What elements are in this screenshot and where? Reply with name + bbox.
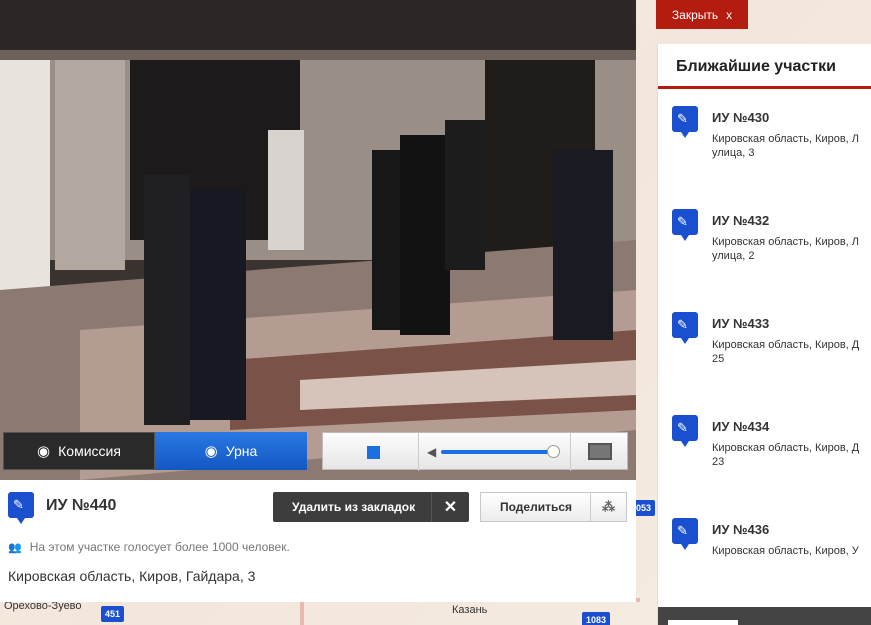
site-address-line: Кировская область, Киров, У <box>712 545 859 557</box>
ballot-icon: ✎ <box>672 209 698 241</box>
player-controls: ◀ <box>322 432 628 471</box>
site-address: Кировская область, Киров, Л улица, 2 <box>712 235 859 263</box>
ballot-icon: ✎ <box>672 415 698 447</box>
nearby-footer <box>658 607 871 625</box>
site-title: ИУ №432 <box>712 213 770 228</box>
webcam-icon: ◉ <box>37 443 51 460</box>
station-address: Кировская область, Киров, Гайдара, 3 <box>8 568 256 584</box>
map-marker[interactable]: 1083 <box>582 612 611 625</box>
site-address: Кировская область, Киров, Д 25 <box>712 338 859 366</box>
site-address-line: Кировская область, Киров, Д <box>712 442 860 454</box>
video-controls: ◉ Комиссия ◉ Урна ◀ <box>0 432 636 472</box>
webcam-icon: ◉ <box>204 443 218 460</box>
footer-tab[interactable] <box>668 620 738 625</box>
remove-bookmark-button[interactable]: Удалить из закладок ✕ <box>273 492 469 522</box>
remove-bookmark-label: Удалить из закладок <box>292 500 416 514</box>
ballot-icon: ✎ <box>672 518 698 550</box>
divider <box>418 433 419 471</box>
site-address: Кировская область, Киров, Д 23 <box>712 441 859 469</box>
fullscreen-button[interactable] <box>588 443 612 460</box>
volume-icon[interactable]: ◀ <box>427 445 436 459</box>
divider <box>570 433 571 471</box>
voters-note: 👥 На этом участке голосует более 1000 че… <box>8 540 290 554</box>
nearby-panel: Ближайшие участки ✎ ИУ №430 Кировская об… <box>657 44 871 625</box>
divider <box>658 86 871 89</box>
share-icon: ⁂ <box>590 493 626 521</box>
site-title: ИУ №430 <box>712 110 770 125</box>
tab-urna[interactable]: ◉ Урна <box>155 432 307 470</box>
ballot-icon: ✎ <box>672 106 698 138</box>
ballot-icon: ✎ <box>8 492 34 524</box>
volume-slider[interactable] <box>441 450 557 454</box>
stop-button[interactable] <box>367 446 380 459</box>
site-address-line: Кировская область, Киров, Л <box>712 133 859 145</box>
site-address-line: 23 <box>712 456 725 468</box>
tab-commission-label: Комиссия <box>58 443 121 459</box>
video-frame <box>0 0 636 480</box>
video-stream[interactable]: ◉ Комиссия ◉ Урна ◀ <box>0 0 636 480</box>
map-label-kazan: Казань <box>452 604 488 616</box>
ballot-icon: ✎ <box>672 312 698 344</box>
nearby-title: Ближайшие участки <box>676 58 836 75</box>
site-address-line: 25 <box>712 353 725 365</box>
share-label: Поделиться <box>500 500 573 514</box>
station-title: ИУ №440 <box>46 497 117 514</box>
voters-text: На этом участке голосует более 1000 чело… <box>29 540 290 554</box>
site-address: Кировская область, Киров, Л улица, 3 <box>712 132 859 160</box>
close-icon: ✕ <box>431 492 469 522</box>
tab-urna-label: Урна <box>225 443 258 459</box>
tab-commission[interactable]: ◉ Комиссия <box>3 432 155 470</box>
site-address-line: улица, 2 <box>712 250 755 262</box>
site-address: Кировская область, Киров, У <box>712 544 859 558</box>
close-label: Закрыть <box>671 7 719 22</box>
site-address-line: Кировская область, Киров, Д <box>712 339 860 351</box>
site-address-line: Кировская область, Киров, Л <box>712 236 859 248</box>
close-button[interactable]: Закрыть x <box>656 0 748 29</box>
station-info-panel: ✎ ИУ №440 Удалить из закладок ✕ Поделить… <box>0 480 636 602</box>
volume-knob[interactable] <box>547 445 560 458</box>
close-icon: x <box>726 7 733 22</box>
site-title: ИУ №433 <box>712 316 770 331</box>
site-title: ИУ №434 <box>712 419 770 434</box>
site-address-line: улица, 3 <box>712 147 755 159</box>
map-marker[interactable]: 451 <box>101 606 125 622</box>
share-button[interactable]: Поделиться ⁂ <box>480 492 627 522</box>
site-title: ИУ №436 <box>712 522 770 537</box>
people-icon: 👥 <box>8 541 22 554</box>
